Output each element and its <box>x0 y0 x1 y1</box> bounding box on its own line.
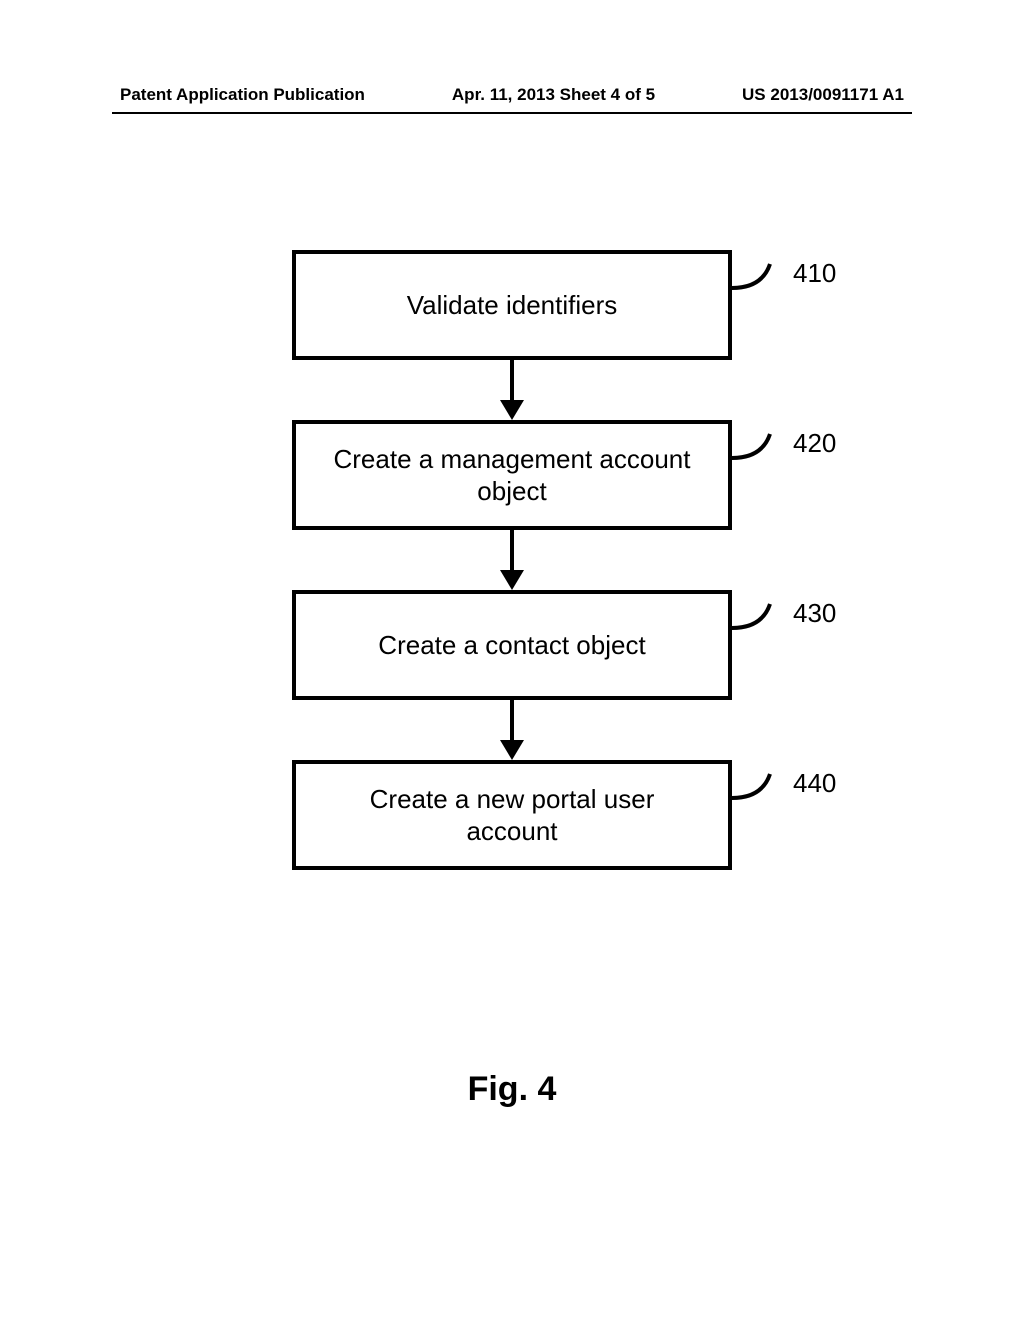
arrow-down-icon <box>497 700 527 760</box>
arrow-down-icon <box>497 360 527 420</box>
flowchart-step: Create a contact object 430 <box>292 590 732 700</box>
callout: 440 <box>732 768 836 808</box>
step-label: Validate identifiers <box>407 289 618 322</box>
header-right: US 2013/0091171 A1 <box>742 85 904 105</box>
callout-ref: 410 <box>793 258 836 289</box>
callout: 420 <box>732 428 836 468</box>
callout-curve-icon <box>732 768 787 808</box>
page-header: Patent Application Publication Apr. 11, … <box>0 85 1024 105</box>
flowchart: Validate identifiers 410 Create a manage… <box>0 250 1024 870</box>
callout-ref: 420 <box>793 428 836 459</box>
callout-curve-icon <box>732 428 787 468</box>
step-box: Create a contact object <box>292 590 732 700</box>
flow-arrow <box>497 700 527 760</box>
arrow-down-icon <box>497 530 527 590</box>
callout-curve-icon <box>732 258 787 298</box>
step-label: Create a management account object <box>326 443 698 508</box>
callout: 430 <box>732 598 836 638</box>
figure-caption: Fig. 4 <box>0 1070 1024 1109</box>
header-rule <box>112 112 912 114</box>
step-box: Create a management account object <box>292 420 732 530</box>
flowchart-step: Create a new portal user account 440 <box>292 760 732 870</box>
flowchart-step: Create a management account object 420 <box>292 420 732 530</box>
callout-curve-icon <box>732 598 787 638</box>
flow-arrow <box>497 360 527 420</box>
header-left: Patent Application Publication <box>120 85 365 105</box>
step-box: Validate identifiers <box>292 250 732 360</box>
callout-ref: 440 <box>793 768 836 799</box>
flowchart-step: Validate identifiers 410 <box>292 250 732 360</box>
header-center: Apr. 11, 2013 Sheet 4 of 5 <box>452 85 655 105</box>
callout-ref: 430 <box>793 598 836 629</box>
flow-arrow <box>497 530 527 590</box>
step-label: Create a new portal user account <box>326 783 698 848</box>
step-box: Create a new portal user account <box>292 760 732 870</box>
step-label: Create a contact object <box>378 629 645 662</box>
callout: 410 <box>732 258 836 298</box>
